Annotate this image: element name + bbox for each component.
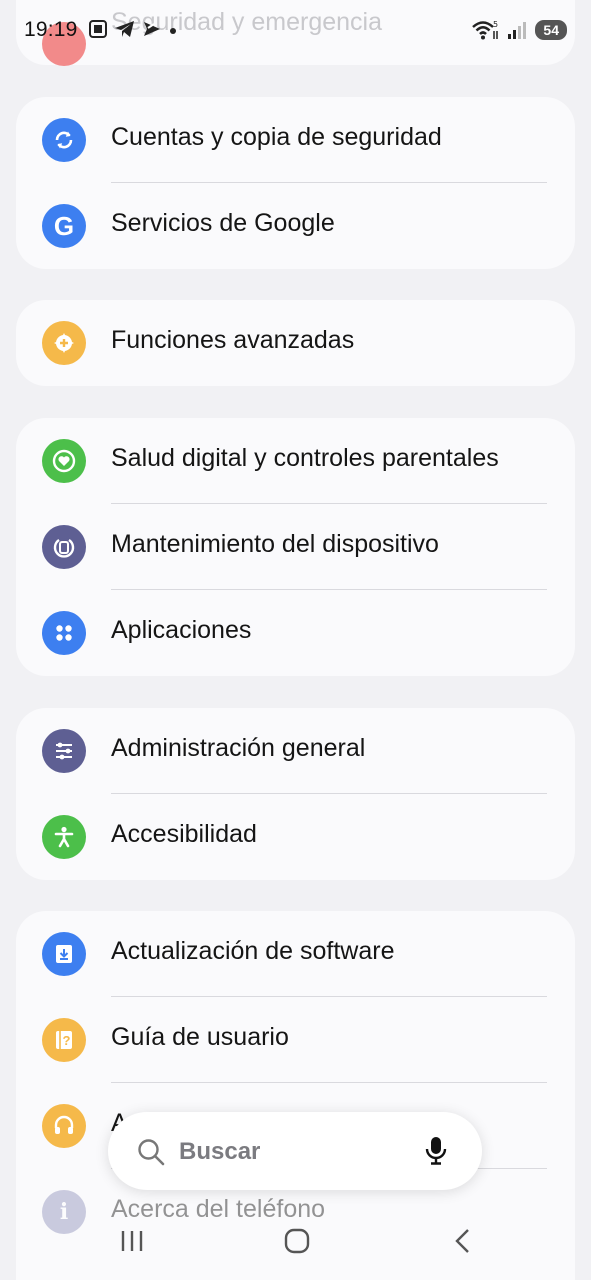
google-g-icon: G: [42, 204, 86, 248]
system-icons: 5 54: [471, 19, 567, 41]
wifi-icon: 5: [472, 20, 499, 40]
settings-item-advanced-features[interactable]: Funciones avanzadas: [16, 300, 575, 386]
settings-group-advanced: Funciones avanzadas: [16, 300, 575, 386]
settings-item-user-guide[interactable]: ? Guía de usuario: [16, 997, 575, 1083]
settings-item-label: Mantenimiento del dispositivo: [111, 530, 439, 558]
settings-item-label: Aplicaciones: [111, 616, 252, 644]
status-time: 19:19: [24, 18, 78, 41]
search-input[interactable]: Buscar: [179, 1138, 260, 1166]
settings-item-label: Guía de usuario: [111, 1023, 289, 1051]
settings-item-digital-wellbeing[interactable]: Salud digital y controles parentales: [16, 418, 575, 504]
apps-grid-icon: [42, 611, 86, 655]
settings-item-apps[interactable]: Aplicaciones: [16, 590, 575, 676]
back-icon[interactable]: [451, 1227, 475, 1255]
settings-group-device: Salud digital y controles parentales Man…: [16, 418, 575, 676]
download-icon: [42, 932, 86, 976]
search-bar[interactable]: Buscar: [108, 1112, 482, 1190]
settings-item-label: Funciones avanzadas: [111, 326, 355, 354]
device-care-icon: [42, 525, 86, 569]
settings-item-software-update[interactable]: Actualización de software: [16, 911, 575, 997]
navigation-bar: [0, 1215, 591, 1280]
settings-item-label: Salud digital y controles parentales: [111, 444, 499, 472]
svg-text:?: ?: [63, 1033, 71, 1048]
recents-icon[interactable]: [118, 1227, 146, 1255]
sliders-icon: [42, 729, 86, 773]
search-icon: [138, 1139, 165, 1166]
home-icon[interactable]: [283, 1227, 311, 1255]
accessibility-icon: [42, 815, 86, 859]
settings-item-label: Administración general: [111, 734, 366, 762]
settings-item-accessibility[interactable]: Accesibilidad: [16, 794, 575, 880]
mic-icon[interactable]: [424, 1135, 448, 1167]
screenshot-icon: [89, 20, 107, 38]
help-book-icon: ?: [42, 1018, 86, 1062]
heart-circle-icon: [42, 439, 86, 483]
notification-icons: [88, 19, 178, 39]
signal-icon: [508, 22, 527, 39]
status-bar: 19:19 5 54: [0, 0, 591, 60]
settings-item-label: Actualización de software: [111, 937, 395, 965]
settings-group-general: Administración general Accesibilidad: [16, 708, 575, 880]
settings-item-google[interactable]: G Servicios de Google: [16, 183, 575, 269]
battery-level: 54: [535, 20, 567, 40]
settings-item-general-management[interactable]: Administración general: [16, 708, 575, 794]
wifi-badge: 5: [493, 20, 498, 29]
more-dot-icon: [170, 28, 176, 34]
settings-item-label: Cuentas y copia de seguridad: [111, 123, 442, 151]
settings-item-accounts-backup[interactable]: Cuentas y copia de seguridad: [16, 97, 575, 183]
settings-item-device-care[interactable]: Mantenimiento del dispositivo: [16, 504, 575, 590]
gear-plus-icon: [42, 321, 86, 365]
send-icon: [144, 22, 160, 36]
settings-group-accounts: Cuentas y copia de seguridad G Servicios…: [16, 97, 575, 269]
sync-icon: [42, 118, 86, 162]
settings-item-label: Servicios de Google: [111, 209, 335, 237]
headset-icon: [42, 1104, 86, 1148]
telegram-icon: [115, 21, 134, 37]
settings-item-label: Accesibilidad: [111, 820, 257, 848]
